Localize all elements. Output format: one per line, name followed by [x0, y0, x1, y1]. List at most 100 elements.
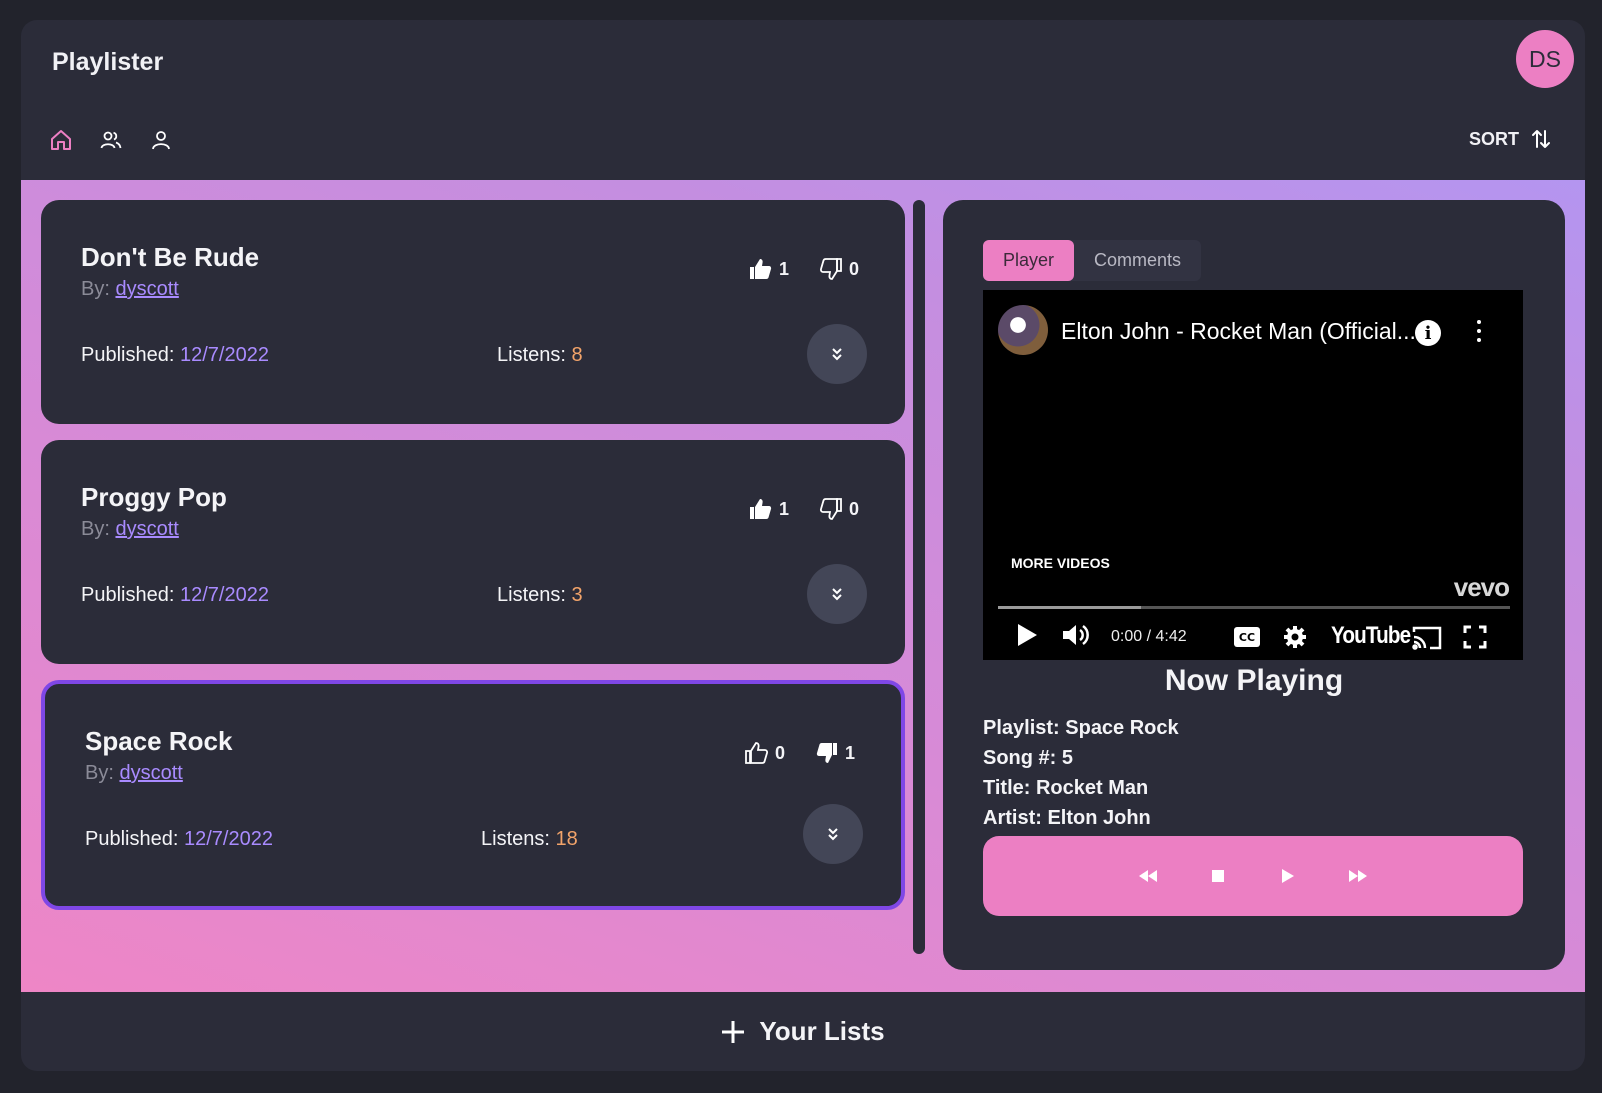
published-date: Published: 12/7/2022 — [85, 828, 273, 851]
like-count: 0 — [774, 742, 785, 763]
tab-comments[interactable]: Comments — [1074, 240, 1201, 281]
double-chevron-down-icon — [828, 828, 838, 841]
stop-icon — [1212, 870, 1224, 882]
playlist-card[interactable]: Don't Be Rude By: dyscott 1 0 Published:… — [41, 200, 905, 424]
author-link[interactable]: dyscott — [115, 278, 178, 300]
listens-value: 18 — [555, 828, 578, 850]
dislike-count: 0 — [848, 258, 859, 279]
thumbs-up-filled-icon — [749, 259, 772, 279]
playlist-card[interactable]: Proggy Pop By: dyscott 1 0 Published: 12… — [41, 440, 905, 664]
thumbs-down-outline-icon — [819, 498, 842, 520]
expand-button[interactable] — [803, 804, 863, 864]
dislike-button[interactable]: 0 — [819, 258, 859, 280]
video-time: 0:00 / 4:42 — [1111, 628, 1187, 645]
rewind-button[interactable] — [1138, 866, 1158, 886]
playback-controls — [983, 836, 1523, 916]
player-panel: Player Comments Elton John - Rocket Man … — [943, 200, 1565, 970]
channel-logo[interactable] — [998, 305, 1048, 355]
stop-button[interactable] — [1208, 866, 1228, 886]
thumbs-down-filled-icon — [816, 743, 837, 763]
info-icon[interactable]: i — [1415, 320, 1441, 346]
buffered-bar — [998, 606, 1142, 609]
svg-text:CC: CC — [1239, 631, 1255, 644]
playlist-title: Space Rock — [85, 726, 233, 756]
more-videos-label[interactable]: MORE VIDEOS — [1011, 555, 1110, 571]
play-button[interactable] — [1278, 866, 1298, 886]
author-link[interactable]: dyscott — [115, 518, 178, 540]
now-playing-title: Title: Rocket Man — [983, 777, 1149, 799]
youtube-logo[interactable]: YouTube — [1331, 622, 1411, 650]
home-icon[interactable] — [49, 128, 73, 152]
dislike-button[interactable]: 0 — [819, 498, 859, 520]
fullscreen-icon[interactable] — [1463, 625, 1487, 649]
published-value: 12/7/2022 — [179, 584, 269, 606]
thumbs-down-outline-icon — [819, 258, 842, 280]
published-label: Published: — [85, 828, 179, 850]
now-playing-song-number: Song #: 5 — [983, 747, 1074, 769]
video-title[interactable]: Elton John - Rocket Man (Official... — [1061, 318, 1416, 345]
published-label: Published: — [81, 584, 175, 606]
avatar[interactable]: DS — [1516, 30, 1574, 88]
now-playing-heading: Now Playing — [1164, 664, 1344, 697]
list-scrollbar[interactable] — [913, 200, 925, 954]
add-list-label: Your Lists — [759, 1016, 885, 1046]
listens-count: Listens: 3 — [497, 584, 583, 607]
listens-label: Listens: — [497, 584, 566, 606]
published-value: 12/7/2022 — [179, 344, 269, 366]
now-playing-details: Playlist: Space Rock Song #: 5 Title: Ro… — [983, 713, 1179, 833]
listens-label: Listens: — [497, 344, 566, 366]
play-icon[interactable] — [1015, 622, 1039, 648]
published-date: Published: 12/7/2022 — [81, 344, 269, 367]
playlist-title: Don't Be Rude — [81, 242, 260, 272]
published-value: 12/7/2022 — [183, 828, 273, 850]
app-title: Playlister — [52, 48, 164, 76]
app-window: Playlister DS SORT Don't Be Rude By: dys… — [21, 20, 1585, 1071]
published-date: Published: 12/7/2022 — [81, 584, 269, 607]
votes: 1 0 — [749, 258, 859, 280]
video-progress-bar[interactable] — [998, 606, 1510, 609]
cast-icon[interactable] — [1411, 625, 1443, 651]
dislike-count: 0 — [848, 498, 859, 519]
author-link[interactable]: dyscott — [119, 762, 182, 784]
listens-value: 8 — [571, 344, 583, 366]
expand-button[interactable] — [807, 324, 867, 384]
sort-arrows-icon — [1532, 130, 1550, 148]
sort-label: SORT — [1468, 128, 1519, 149]
listens-count: Listens: 8 — [497, 344, 583, 367]
nav-icons — [49, 128, 173, 152]
volume-icon[interactable] — [1061, 622, 1091, 648]
rewind-icon — [1139, 870, 1157, 882]
expand-button[interactable] — [807, 564, 867, 624]
user-icon[interactable] — [149, 128, 173, 152]
dislike-button[interactable]: 1 — [815, 742, 855, 764]
video-player[interactable]: Elton John - Rocket Man (Official... i M… — [983, 290, 1523, 660]
more-options-icon[interactable] — [1476, 320, 1482, 344]
now-playing-artist: Artist: Elton John — [983, 807, 1151, 829]
by-label: By: — [81, 518, 110, 540]
thumbs-up-outline-icon — [745, 742, 768, 764]
captions-icon[interactable]: CC — [1233, 626, 1261, 648]
like-button[interactable]: 1 — [749, 498, 789, 520]
top-bar: Playlister DS SORT — [21, 20, 1585, 180]
play-icon — [1282, 869, 1294, 883]
groups-icon[interactable] — [99, 128, 123, 152]
now-playing-playlist: Playlist: Space Rock — [983, 717, 1179, 739]
like-button[interactable]: 0 — [745, 742, 785, 764]
like-button[interactable]: 1 — [749, 258, 789, 280]
double-chevron-down-icon — [832, 588, 842, 601]
double-chevron-down-icon — [832, 348, 842, 361]
votes: 0 1 — [745, 742, 855, 764]
tab-player[interactable]: Player — [983, 240, 1075, 281]
playlist-author: By: dyscott — [81, 518, 179, 541]
settings-gear-icon[interactable] — [1283, 625, 1307, 649]
fast-forward-icon — [1349, 870, 1367, 882]
playlist-title: Proggy Pop — [81, 482, 227, 512]
listens-value: 3 — [571, 584, 583, 606]
add-list-button[interactable]: Your Lists — [21, 992, 1585, 1071]
playlist-card-selected[interactable]: Space Rock By: dyscott 0 1 Published: 12… — [41, 680, 905, 910]
sort-button[interactable]: SORT — [1469, 128, 1551, 150]
thumbs-up-filled-icon — [749, 499, 772, 519]
panel-tabs: Player Comments — [983, 240, 1202, 281]
fast-forward-button[interactable] — [1348, 866, 1368, 886]
main-content: Don't Be Rude By: dyscott 1 0 Published:… — [21, 180, 1585, 992]
